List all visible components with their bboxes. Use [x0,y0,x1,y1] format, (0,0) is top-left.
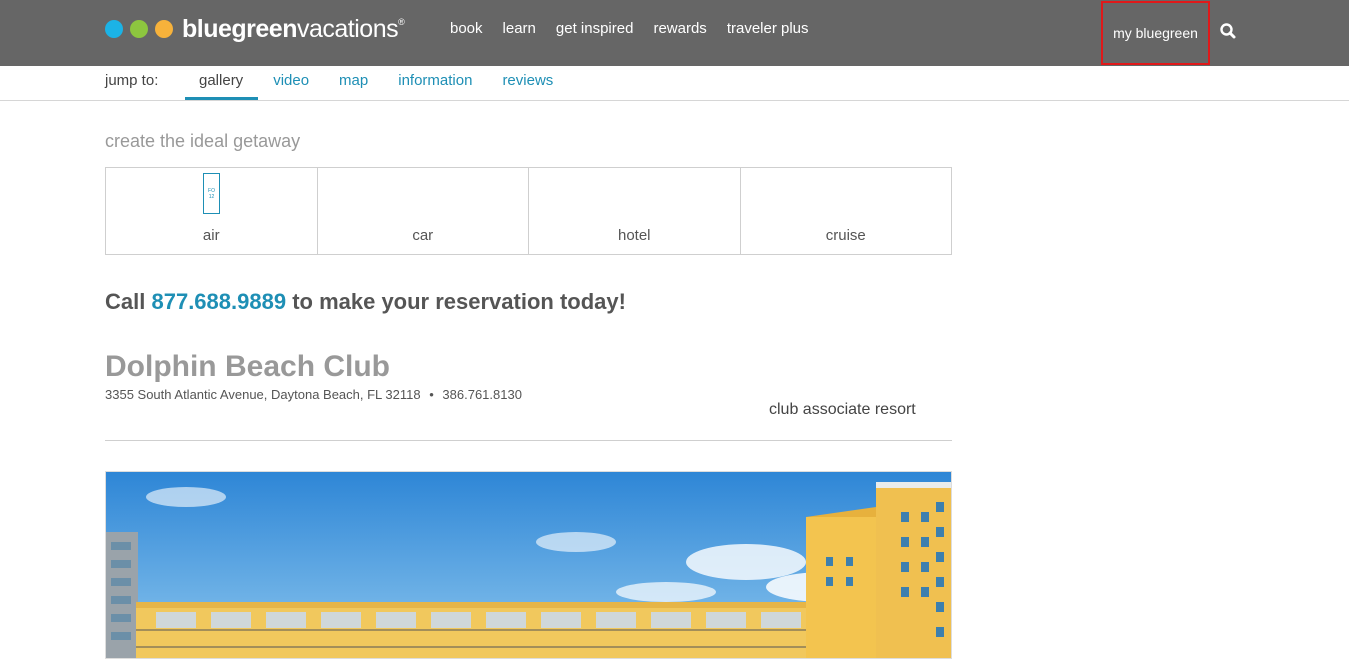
jump-to-label: jump to: [105,72,159,89]
logo-dot-orange-icon [155,20,173,38]
nav-book[interactable]: book [450,20,483,37]
resort-gallery-photo[interactable] [105,471,952,659]
top-header: bluegreenvacations® book learn get inspi… [0,0,1349,66]
jump-link-reviews[interactable]: reviews [487,66,568,100]
search-icon[interactable] [1219,22,1237,40]
jump-to-bar: jump to: gallery video map information r… [0,66,1349,101]
divider [105,440,952,441]
resort-phone[interactable]: 386.761.8130 [442,387,522,402]
reservation-phone-link[interactable]: 877.688.9889 [151,289,286,314]
getaway-title: create the ideal getaway [105,131,301,151]
resort-name: Dolphin Beach Club [105,350,390,383]
nav-learn[interactable]: learn [503,20,536,37]
logo-wordmark: bluegreenvacations® [182,14,405,43]
jump-link-gallery[interactable]: gallery [185,66,259,100]
jump-link-information[interactable]: information [383,66,487,100]
getaway-option-cruise[interactable]: cruise [741,168,952,254]
nav-rewards[interactable]: rewards [653,20,706,37]
logo-dot-green-icon [130,20,148,38]
call-to-reserve: Call 877.688.9889 to make your reservati… [105,289,626,314]
resort-address: 3355 South Atlantic Avenue, Daytona Beac… [105,387,522,402]
jump-link-video[interactable]: video [258,66,324,100]
getaway-option-car[interactable]: car [318,168,529,254]
jump-links: gallery video map information reviews [185,66,568,100]
getaway-option-air[interactable]: FO 12 air [106,168,318,254]
getaway-option-label: cruise [825,227,866,244]
nav-get-inspired[interactable]: get inspired [556,20,634,37]
main-nav: book learn get inspired rewards traveler… [450,20,809,37]
getaway-option-label: air [202,227,220,244]
jump-link-map[interactable]: map [324,66,383,100]
nav-traveler-plus[interactable]: traveler plus [727,20,809,37]
getaway-option-hotel[interactable]: hotel [529,168,741,254]
logo-dot-blue-icon [105,20,123,38]
boarding-pass-icon: FO 12 [203,173,220,214]
getaway-option-label: hotel [617,227,651,244]
resort-type: club associate resort [769,401,916,418]
bluegreen-logo[interactable]: bluegreenvacations® [105,14,405,44]
getaway-option-label: car [412,227,434,244]
my-bluegreen-button[interactable]: my bluegreen [1101,1,1210,65]
getaway-options: FO 12 air car hotel cruise [105,167,952,255]
